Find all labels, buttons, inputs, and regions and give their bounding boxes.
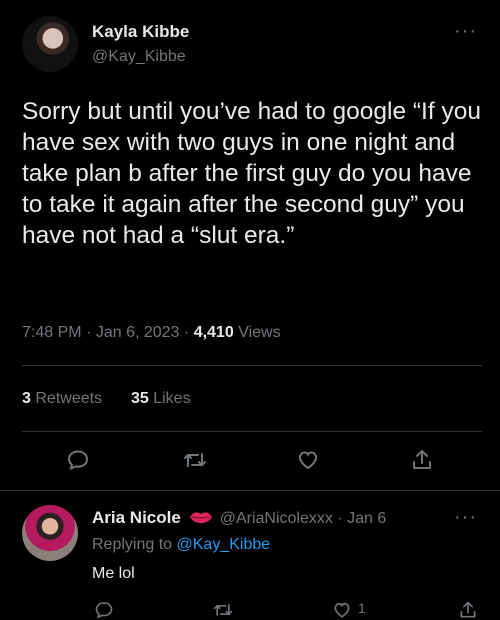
reply-author-handle[interactable]: @AriaNicolexxx	[220, 510, 333, 527]
heart-icon	[298, 451, 318, 470]
retweet-icon	[213, 604, 233, 616]
reply-like-button[interactable]: 1	[332, 600, 366, 620]
likes-label: Likes	[153, 390, 191, 407]
likes-stat[interactable]: 35 Likes	[131, 390, 191, 407]
reply-icon	[67, 450, 89, 471]
lips-emoji-icon	[190, 512, 213, 523]
retweet-button[interactable]	[182, 448, 208, 472]
share-icon	[413, 450, 431, 469]
author-avatar[interactable]	[22, 16, 78, 72]
reply-date[interactable]: Jan 6	[347, 510, 386, 527]
author-name[interactable]: Kayla Kibbe	[92, 22, 189, 42]
tweet-stats: 3 Retweets 35 Likes	[22, 390, 191, 408]
divider	[22, 431, 482, 432]
reply-author-name[interactable]: Aria Nicole	[92, 508, 181, 527]
divider	[22, 365, 482, 366]
retweets-label: Retweets	[35, 390, 103, 407]
author-handle[interactable]: @Kay_Kibbe	[92, 48, 186, 66]
reply-reply-button[interactable]	[94, 600, 114, 620]
reply-text: Me lol	[92, 565, 135, 582]
meta-separator: ·	[86, 324, 92, 341]
more-options-button[interactable]: ···	[454, 20, 477, 43]
views-count: 4,410	[193, 324, 234, 341]
like-button[interactable]	[296, 448, 320, 472]
views-label: Views	[238, 324, 281, 341]
reply-icon	[95, 602, 113, 619]
likes-count: 35	[130, 390, 149, 407]
share-icon	[460, 601, 476, 618]
reply-header: Aria Nicole @AriaNicolexxx · Jan 6	[92, 508, 386, 528]
reply-button[interactable]	[66, 448, 90, 472]
tweet-meta: 7:48 PM · Jan 6, 2023 · 4,410 Views	[22, 324, 281, 342]
reply-like-count: 1	[358, 600, 366, 616]
replying-to: Replying to @Kay_Kibbe	[92, 536, 270, 554]
reply-share-button[interactable]	[458, 600, 478, 620]
reply-more-options-button[interactable]: ···	[454, 506, 477, 529]
reply-retweet-button[interactable]	[212, 600, 234, 620]
tweet-text: Sorry but until you’ve had to google “If…	[22, 98, 481, 249]
replying-to-handle[interactable]: @Kay_Kibbe	[177, 536, 271, 553]
divider	[0, 490, 500, 491]
share-button[interactable]	[410, 448, 434, 472]
reply-separator: ·	[337, 510, 343, 527]
heart-icon	[334, 602, 350, 618]
replying-to-label: Replying to	[92, 536, 173, 553]
meta-separator: ·	[183, 324, 190, 341]
tweet-date[interactable]: Jan 6, 2023	[96, 324, 180, 341]
retweets-stat[interactable]: 3 Retweets	[22, 390, 107, 407]
retweet-icon	[184, 453, 206, 467]
retweets-count: 3	[22, 390, 31, 407]
reply-author-avatar[interactable]	[22, 505, 78, 561]
tweet-time[interactable]: 7:48 PM	[22, 324, 82, 341]
